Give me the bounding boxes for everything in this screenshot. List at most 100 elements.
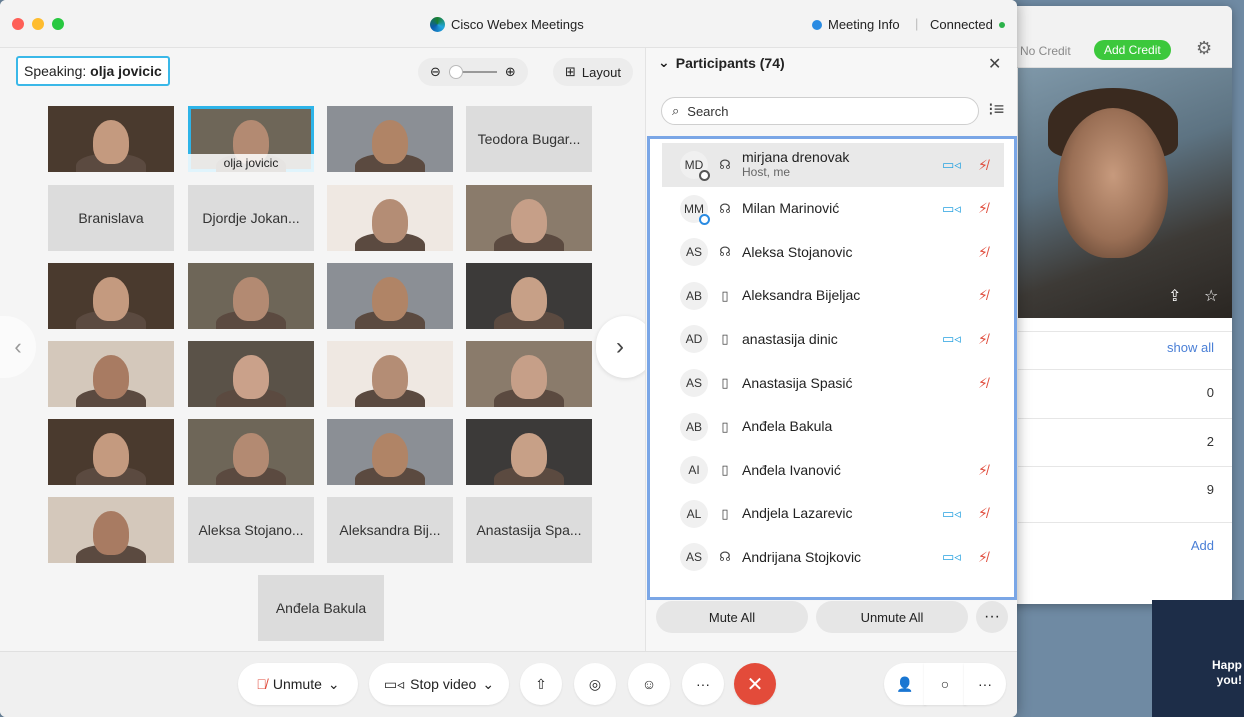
video-tile[interactable]: Anđela Bakula xyxy=(258,575,384,641)
close-icon[interactable]: ✕ xyxy=(988,54,1001,74)
panel-more-button[interactable]: ··· xyxy=(964,663,1006,705)
chevron-down-icon[interactable]: ⌄ xyxy=(482,676,494,693)
mic-off-icon[interactable]: ⚡̸ xyxy=(978,331,988,348)
participant-search[interactable]: ⌕ Search xyxy=(661,97,979,125)
mic-off-icon[interactable]: ⚡̸ xyxy=(978,505,988,522)
more-options-button[interactable]: ··· xyxy=(682,663,724,705)
chevron-down-icon[interactable]: ⌄ xyxy=(328,676,340,693)
chat-button[interactable]: ○ xyxy=(924,663,966,705)
video-camera-icon[interactable]: ▭◃ xyxy=(942,157,961,173)
video-tile[interactable] xyxy=(48,497,174,563)
video-tile[interactable] xyxy=(188,341,314,407)
zoom-out-icon[interactable]: ⊖ xyxy=(430,64,441,80)
stop-video-button[interactable]: ▭◃ Stop video ⌄ xyxy=(369,663,509,705)
video-tile[interactable] xyxy=(188,263,314,329)
video-tile[interactable] xyxy=(327,106,453,172)
video-tile[interactable]: Aleksa Stojano... xyxy=(188,497,314,563)
video-tile[interactable] xyxy=(48,341,174,407)
add-credit-button[interactable]: Add Credit xyxy=(1094,40,1171,60)
participant-name-block: Aleksandra Bijeljac xyxy=(742,288,860,303)
share-icon[interactable]: ⇪ xyxy=(1168,286,1181,306)
avatar: AS xyxy=(680,369,708,397)
participant-name-block: Anđela Bakula xyxy=(742,419,832,434)
headset-icon: ☊ xyxy=(719,549,731,565)
minimize-window-icon[interactable] xyxy=(32,18,44,30)
video-camera-icon[interactable]: ▭◃ xyxy=(942,549,961,565)
star-icon[interactable]: ☆ xyxy=(1204,286,1218,306)
participant-row[interactable]: AB ▯ Anđela Bakula xyxy=(662,405,1004,449)
video-tile[interactable]: Anastasija Spa... xyxy=(466,497,592,563)
video-camera-icon[interactable]: ▭◃ xyxy=(942,331,961,347)
avatar-initials: AB xyxy=(685,419,702,434)
video-tile[interactable] xyxy=(327,419,453,485)
phone-icon: ▯ xyxy=(721,462,729,478)
search-input[interactable]: Search xyxy=(687,104,728,119)
video-tile[interactable]: Aleksandra Bij... xyxy=(327,497,453,563)
share-button[interactable]: ⇧ xyxy=(520,663,562,705)
show-all-link[interactable]: show all xyxy=(1018,331,1232,363)
participant-row[interactable]: MD ☊ mirjana drenovak Host, me ▭◃ ⚡̸ xyxy=(662,143,1004,187)
video-camera-icon[interactable]: ▭◃ xyxy=(942,506,961,522)
leave-meeting-button[interactable]: ✕ xyxy=(734,663,776,705)
video-tile[interactable] xyxy=(327,341,453,407)
mic-off-icon[interactable]: ⚡̸ xyxy=(978,375,988,392)
video-tile[interactable]: Branislava xyxy=(48,185,174,251)
previous-page-button[interactable]: ‹ xyxy=(0,316,36,378)
reactions-button[interactable]: ☺ xyxy=(628,663,670,705)
mic-off-icon[interactable]: ⚡̸ xyxy=(978,157,988,174)
unmute-button[interactable]: 🎙̸ Unmute ⌄ xyxy=(238,663,358,705)
video-tile[interactable] xyxy=(466,263,592,329)
maximize-window-icon[interactable] xyxy=(52,18,64,30)
mic-off-icon[interactable]: ⚡̸ xyxy=(978,549,988,566)
video-tile[interactable] xyxy=(327,185,453,251)
add-link[interactable]: Add xyxy=(1018,522,1232,568)
video-tile[interactable] xyxy=(466,341,592,407)
zoom-slider[interactable] xyxy=(448,65,497,79)
unmute-all-button[interactable]: Unmute All xyxy=(816,601,968,633)
person-face-shape xyxy=(93,511,129,555)
video-tile[interactable] xyxy=(48,263,174,329)
video-tile[interactable] xyxy=(48,419,174,485)
video-tile[interactable] xyxy=(48,106,174,172)
participant-row[interactable]: MM ☊ Milan Marinović ▭◃ ⚡̸ xyxy=(662,187,1004,231)
participant-name-block: Andjela Lazarevic xyxy=(742,506,853,521)
participants-button[interactable]: 👤 xyxy=(884,663,926,705)
video-tile[interactable] xyxy=(188,419,314,485)
person-face-shape xyxy=(93,120,129,164)
participant-row[interactable]: AI ▯ Anđela Ivanović ⚡̸ xyxy=(662,448,1004,492)
participants-panel: ⌄ Participants (74) ✕ ⌕ Search ⁝≡ MD ☊ mir… xyxy=(645,48,1017,651)
participant-row[interactable]: AB ▯ Aleksandra Bijeljac ⚡̸ xyxy=(662,274,1004,318)
zoom-control[interactable]: ⊖ ⊕ xyxy=(418,58,528,86)
mic-off-icon[interactable]: ⚡̸ xyxy=(978,287,988,304)
video-tile[interactable]: Djordje Jokan... xyxy=(188,185,314,251)
video-tile[interactable] xyxy=(466,185,592,251)
count-row: 2 xyxy=(1018,418,1232,464)
layout-button[interactable]: ⊞ Layout xyxy=(553,58,633,86)
participant-row[interactable]: AS ☊ Aleksa Stojanovic ⚡̸ xyxy=(662,230,1004,274)
record-button[interactable]: ◎ xyxy=(574,663,616,705)
mic-off-icon[interactable]: ⚡̸ xyxy=(978,200,988,217)
video-tile[interactable]: Teodora Bugar... xyxy=(466,106,592,172)
video-tile[interactable]: olja jovicic xyxy=(188,106,314,172)
window-title: Cisco Webex Meetings xyxy=(430,17,584,32)
participant-row[interactable]: AL ▯ Andjela Lazarevic ▭◃ ⚡̸ xyxy=(662,492,1004,536)
sort-icon[interactable]: ⁝≡ xyxy=(988,99,1004,120)
connection-status: Connected xyxy=(930,17,1005,32)
close-window-icon[interactable] xyxy=(12,18,24,30)
more-icon: ··· xyxy=(696,676,710,692)
mic-off-icon[interactable]: ⚡̸ xyxy=(978,244,988,261)
participant-row[interactable]: AD ▯ anastasija dinic ▭◃ ⚡̸ xyxy=(662,317,1004,361)
zoom-slider-knob[interactable] xyxy=(448,65,463,79)
mute-all-button[interactable]: Mute All xyxy=(656,601,808,633)
mic-off-icon[interactable]: ⚡̸ xyxy=(978,462,988,479)
participant-row[interactable]: AS ▯ Anastasija Spasić ⚡̸ xyxy=(662,361,1004,405)
more-options-icon[interactable]: ··· xyxy=(976,601,1008,633)
video-tile[interactable] xyxy=(466,419,592,485)
video-camera-icon[interactable]: ▭◃ xyxy=(942,201,961,217)
participants-header[interactable]: ⌄ Participants (74) xyxy=(658,54,785,71)
video-tile[interactable] xyxy=(327,263,453,329)
gear-icon[interactable]: ⚙ xyxy=(1196,38,1212,59)
participant-row[interactable]: AS ☊ Andrijana Stojkovic ▭◃ ⚡̸ xyxy=(662,535,1004,579)
zoom-in-icon[interactable]: ⊕ xyxy=(505,64,516,80)
meeting-info-button[interactable]: Meeting Info xyxy=(812,17,900,32)
